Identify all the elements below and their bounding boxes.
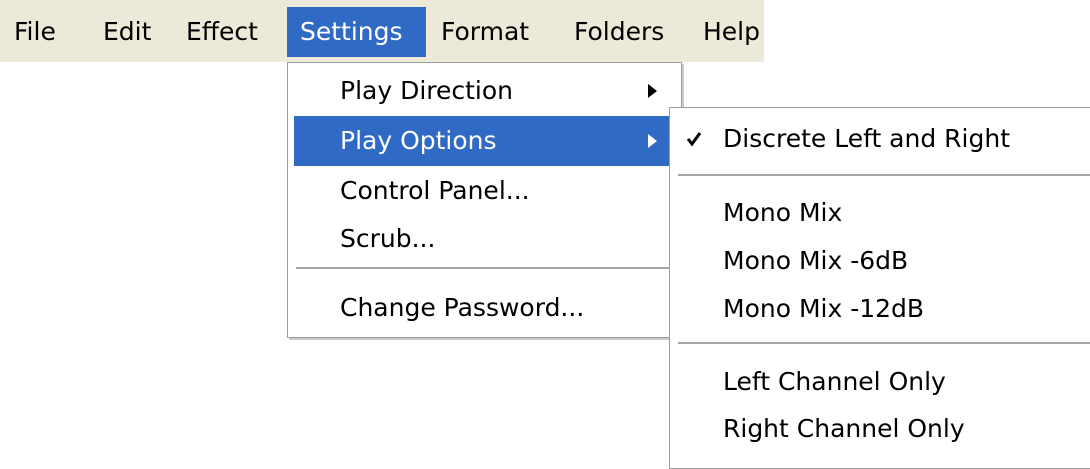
menu-separator: [678, 342, 1090, 344]
menu-item-label: Change Password...: [340, 293, 585, 322]
menu-separator: [678, 174, 1090, 176]
menu-item-label: Right Channel Only: [723, 414, 965, 443]
menu-item-label: Play Direction: [340, 76, 514, 105]
menu-item-label: Mono Mix -6dB: [723, 246, 909, 275]
menu-item-right-channel-only[interactable]: Right Channel Only: [670, 404, 1090, 454]
menu-item-control-panel[interactable]: Control Panel...: [288, 166, 681, 216]
menu-item-label: Mono Mix -12dB: [723, 294, 925, 323]
menu-help-label: Help: [703, 17, 760, 46]
menu-item-discrete-left-right[interactable]: Discrete Left and Right: [670, 114, 1090, 164]
menu-format-label: Format: [441, 17, 530, 46]
arrow-right-icon: [648, 84, 657, 98]
menu-help[interactable]: Help: [703, 7, 760, 57]
menu-item-label: Control Panel...: [340, 176, 530, 205]
menu-item-play-options[interactable]: Play Options: [294, 116, 675, 166]
menu-folders[interactable]: Folders: [574, 7, 664, 57]
menu-item-label: Left Channel Only: [723, 367, 946, 396]
menu-effect-label: Effect: [186, 17, 258, 46]
menu-edit-label: Edit: [103, 17, 152, 46]
menu-edit[interactable]: Edit: [103, 7, 151, 57]
menu-item-mono-mix[interactable]: Mono Mix: [670, 188, 1090, 238]
check-icon: [686, 114, 702, 181]
menu-separator: [296, 267, 673, 269]
menu-settings-label: Settings: [300, 17, 403, 46]
menu-item-mono-mix-6db[interactable]: Mono Mix -6dB: [670, 236, 1090, 286]
menu-item-label: Play Options: [340, 126, 497, 155]
menu-effect[interactable]: Effect: [186, 7, 258, 57]
menu-format[interactable]: Format: [441, 7, 529, 57]
menu-item-left-channel-only[interactable]: Left Channel Only: [670, 357, 1090, 407]
play-options-submenu: Discrete Left and Right Mono Mix Mono Mi…: [669, 107, 1090, 469]
menu-item-mono-mix-12db[interactable]: Mono Mix -12dB: [670, 284, 1090, 334]
menu-item-label: Discrete Left and Right: [723, 124, 1010, 153]
menu-folders-label: Folders: [574, 17, 665, 46]
menu-item-label: Mono Mix: [723, 198, 843, 227]
menu-file[interactable]: File: [14, 7, 56, 57]
menu-item-change-password[interactable]: Change Password...: [288, 283, 681, 333]
settings-menu: Play Direction Play Options Control Pane…: [287, 62, 682, 338]
menu-item-play-direction[interactable]: Play Direction: [288, 66, 681, 116]
arrow-right-icon: [648, 134, 657, 148]
menu-item-scrub[interactable]: Scrub...: [288, 214, 681, 264]
menu-file-label: File: [14, 17, 56, 46]
menu-settings[interactable]: Settings: [287, 7, 426, 57]
menu-bar: File Edit Effect Settings Format Folders…: [0, 0, 764, 62]
menu-item-label: Scrub...: [340, 224, 436, 253]
